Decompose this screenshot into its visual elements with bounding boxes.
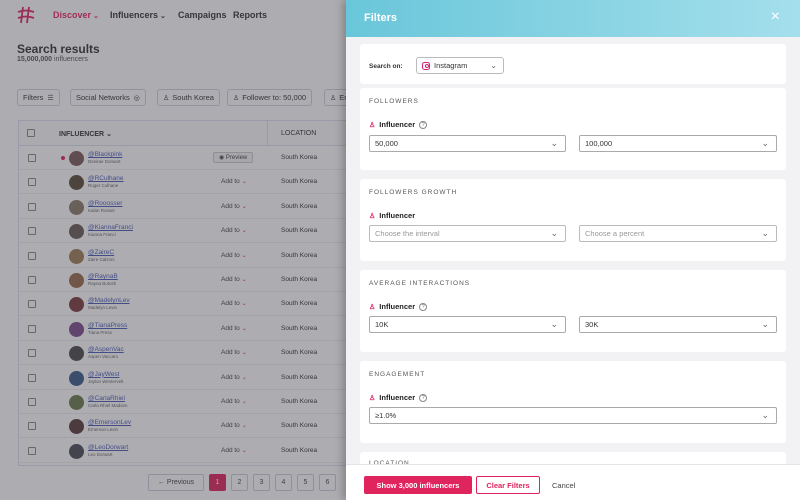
instagram-icon	[422, 61, 430, 70]
chevron-down-icon: ⌄	[490, 61, 497, 70]
growth-percent-select[interactable]: Choose a percent ⌄	[579, 225, 777, 242]
drawer-title: Filters	[364, 12, 398, 24]
followers-growth-card: FOLLOWERS GROWTH ♙ Influencer Choose the …	[360, 179, 786, 261]
engagement-select[interactable]: ≥1.0% ⌄	[369, 407, 777, 424]
section-title: ENGAGEMENT	[369, 371, 426, 378]
help-icon[interactable]: ?	[419, 302, 428, 311]
person-icon: ♙	[369, 394, 376, 402]
chevron-down-icon: ⌄	[550, 228, 558, 238]
cancel-button[interactable]: Cancel	[552, 481, 575, 490]
network-select[interactable]: Instagram ⌄	[416, 57, 504, 74]
section-title: FOLLOWERS GROWTH	[369, 189, 458, 196]
person-icon: ♙	[369, 212, 376, 220]
followers-card: FOLLOWERS ♙ Influencer? 50,000 ⌄ 100,000 ⌄	[360, 88, 786, 170]
clear-filters-button[interactable]: Clear Filters	[476, 476, 540, 494]
chevron-down-icon: ⌄	[550, 138, 558, 148]
chevron-down-icon: ⌄	[550, 319, 558, 329]
chevron-down-icon: ⌄	[761, 228, 769, 238]
influencer-label: ♙ Influencer?	[369, 302, 428, 311]
average-interactions-card: AVERAGE INTERACTIONS ♙ Influencer? 10K ⌄ 3…	[360, 270, 786, 352]
close-icon[interactable]: ×	[771, 9, 780, 25]
person-icon: ♙	[369, 303, 376, 311]
engagement-card: ENGAGEMENT ♙ Influencer? ≥1.0% ⌄	[360, 361, 786, 443]
influencer-label: ♙ Influencer?	[369, 393, 428, 402]
growth-interval-select[interactable]: Choose the interval ⌄	[369, 225, 566, 242]
drawer-footer: Show 3,000 influencers Clear Filters Can…	[346, 464, 800, 500]
section-title: AVERAGE INTERACTIONS	[369, 280, 471, 287]
chevron-down-icon: ⌄	[761, 319, 769, 329]
interactions-to-select[interactable]: 30K ⌄	[579, 316, 777, 333]
drawer-header: Filters ×	[346, 0, 800, 37]
section-title: FOLLOWERS	[369, 98, 419, 105]
show-influencers-button[interactable]: Show 3,000 influencers	[364, 476, 472, 494]
help-icon[interactable]: ?	[419, 120, 428, 129]
influencer-label: ♙ Influencer?	[369, 120, 428, 129]
followers-from-select[interactable]: 50,000 ⌄	[369, 135, 566, 152]
person-icon: ♙	[369, 121, 376, 129]
chevron-down-icon: ⌄	[761, 138, 769, 148]
followers-to-select[interactable]: 100,000 ⌄	[579, 135, 777, 152]
search-on-card: Search on: Instagram ⌄	[360, 44, 786, 84]
interactions-from-select[interactable]: 10K ⌄	[369, 316, 566, 333]
filters-drawer: Filters × Search on: Instagram ⌄ FOLLOWE…	[346, 0, 800, 500]
influencer-label: ♙ Influencer	[369, 211, 416, 220]
search-on-label: Search on:	[369, 63, 403, 70]
chevron-down-icon: ⌄	[761, 410, 769, 420]
help-icon[interactable]: ?	[419, 393, 428, 402]
